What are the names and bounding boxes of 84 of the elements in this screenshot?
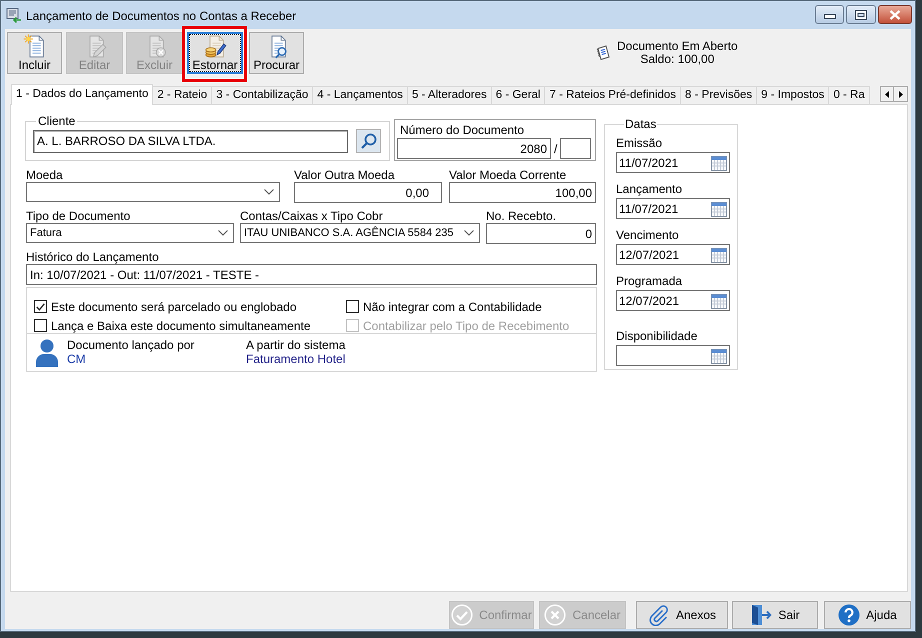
date-label: Lançamento xyxy=(616,182,682,196)
system-value: Faturamento Hotel xyxy=(246,352,346,366)
paperclip-icon xyxy=(648,604,670,626)
checkbox-label: Contabilizar pelo Tipo de Recebimento xyxy=(363,318,570,332)
search-button[interactable] xyxy=(356,129,381,153)
checkmark-icon xyxy=(36,302,45,310)
date-field[interactable]: 12/07/2021 xyxy=(616,290,730,311)
triangle-right-icon xyxy=(898,90,902,98)
calendar-icon[interactable] xyxy=(711,154,727,170)
dropdown[interactable]: Fatura xyxy=(26,223,234,243)
number-field[interactable]: 0,00 xyxy=(294,182,442,203)
door-exit-icon xyxy=(750,604,772,626)
footer-button[interactable]: Sair xyxy=(732,601,818,629)
close-button[interactable] xyxy=(878,5,912,24)
date-field[interactable]: 12/07/2021 xyxy=(616,244,730,265)
checkbox[interactable] xyxy=(346,300,359,313)
calendar-icon[interactable] xyxy=(711,292,727,308)
tab[interactable]: 0 - Ra xyxy=(828,86,870,104)
chevron-down-icon xyxy=(264,189,274,195)
document-number-field[interactable]: 2080 xyxy=(397,138,551,159)
footer-button[interactable]: Anexos xyxy=(636,601,728,629)
field-label: No. Recebto. xyxy=(486,210,556,223)
checkbox[interactable] xyxy=(34,300,47,313)
date-label: Disponibilidade xyxy=(616,329,698,343)
calendar-icon[interactable] xyxy=(711,200,727,216)
minimize-button[interactable] xyxy=(815,5,844,24)
number-field[interactable]: 0 xyxy=(486,223,596,244)
checkbox[interactable] xyxy=(34,319,47,332)
maximize-icon xyxy=(855,10,867,20)
text-field[interactable]: In: 10/07/2021 - Out: 11/07/2021 - TESTE - xyxy=(26,264,597,285)
date-field[interactable] xyxy=(616,345,730,366)
field-label: Contas/Caixas x Tipo Cobr xyxy=(240,210,383,223)
check-circle-icon xyxy=(451,604,474,626)
close-icon xyxy=(889,10,901,20)
chevron-down-icon xyxy=(218,230,228,236)
document-coins-icon xyxy=(203,34,227,59)
scroll-left-button[interactable] xyxy=(880,86,894,102)
chevron-down-icon xyxy=(464,230,474,236)
triangle-left-icon xyxy=(885,90,889,98)
checkbox-label: Este documento será parcelado ou englobado xyxy=(51,300,297,314)
maximize-button[interactable] xyxy=(846,5,876,24)
notebook-icon xyxy=(596,45,610,61)
field-label: Moeda xyxy=(26,169,63,182)
toolbar-button[interactable]: Estornar xyxy=(187,32,243,74)
new-document-icon xyxy=(22,34,46,59)
dates-title: Datas xyxy=(624,117,658,131)
footer-button[interactable]: Ajuda xyxy=(824,601,911,629)
checkbox-label: Lança e Baixa este documento simultaneamente xyxy=(51,318,310,332)
dropdown[interactable] xyxy=(26,182,280,202)
minimize-icon xyxy=(824,14,836,19)
x-circle-icon xyxy=(544,604,566,626)
separator-text: / xyxy=(554,140,558,158)
toolbar-button[interactable]: Incluir xyxy=(7,32,62,74)
date-label: Programada xyxy=(616,274,682,288)
status-title: Documento Em Aberto xyxy=(617,40,738,53)
date-label: Vencimento xyxy=(616,228,679,242)
app-icon xyxy=(6,7,22,23)
field-label: Valor Outra Moeda xyxy=(294,169,394,182)
document-number-label: Número do Documento xyxy=(399,124,526,137)
toolbar-button[interactable]: Procurar xyxy=(249,32,304,74)
posted-by-label: Documento lançado por xyxy=(67,338,194,352)
tab[interactable]: 1 - Dados do Lançamento xyxy=(11,84,154,105)
field-label: Valor Moeda Corrente xyxy=(449,169,566,182)
posted-by-value: CM xyxy=(67,352,86,366)
date-label: Emissão xyxy=(616,136,662,150)
date-field[interactable]: 11/07/2021 xyxy=(616,198,730,219)
document-series-field[interactable] xyxy=(560,138,592,159)
date-field[interactable]: 11/07/2021 xyxy=(616,152,730,173)
field-label: Histórico do Lançamento xyxy=(26,251,159,264)
scroll-right-button[interactable] xyxy=(894,86,908,102)
client-field[interactable]: A. L. BARROSO DA SILVA LTDA. xyxy=(33,130,348,152)
system-label: A partir do sistema xyxy=(246,338,346,352)
balance-text: Saldo: 100,00 xyxy=(640,53,714,66)
search-icon xyxy=(360,133,376,149)
dropdown[interactable]: ITAU UNIBANCO S.A. AGÊNCIA 5584 235 xyxy=(240,223,480,243)
number-field[interactable]: 100,00 xyxy=(449,182,596,203)
calendar-icon[interactable] xyxy=(711,246,727,262)
field-label: Tipo de Documento xyxy=(26,210,130,223)
client-label: Cliente xyxy=(37,114,76,128)
user-icon xyxy=(36,339,58,367)
calendar-icon[interactable] xyxy=(711,348,727,364)
window-title: Lançamento de Documentos no Contas a Receber xyxy=(26,9,296,23)
checkbox-label: Não integrar com a Contabilidade xyxy=(363,300,542,314)
help-icon xyxy=(838,604,860,626)
